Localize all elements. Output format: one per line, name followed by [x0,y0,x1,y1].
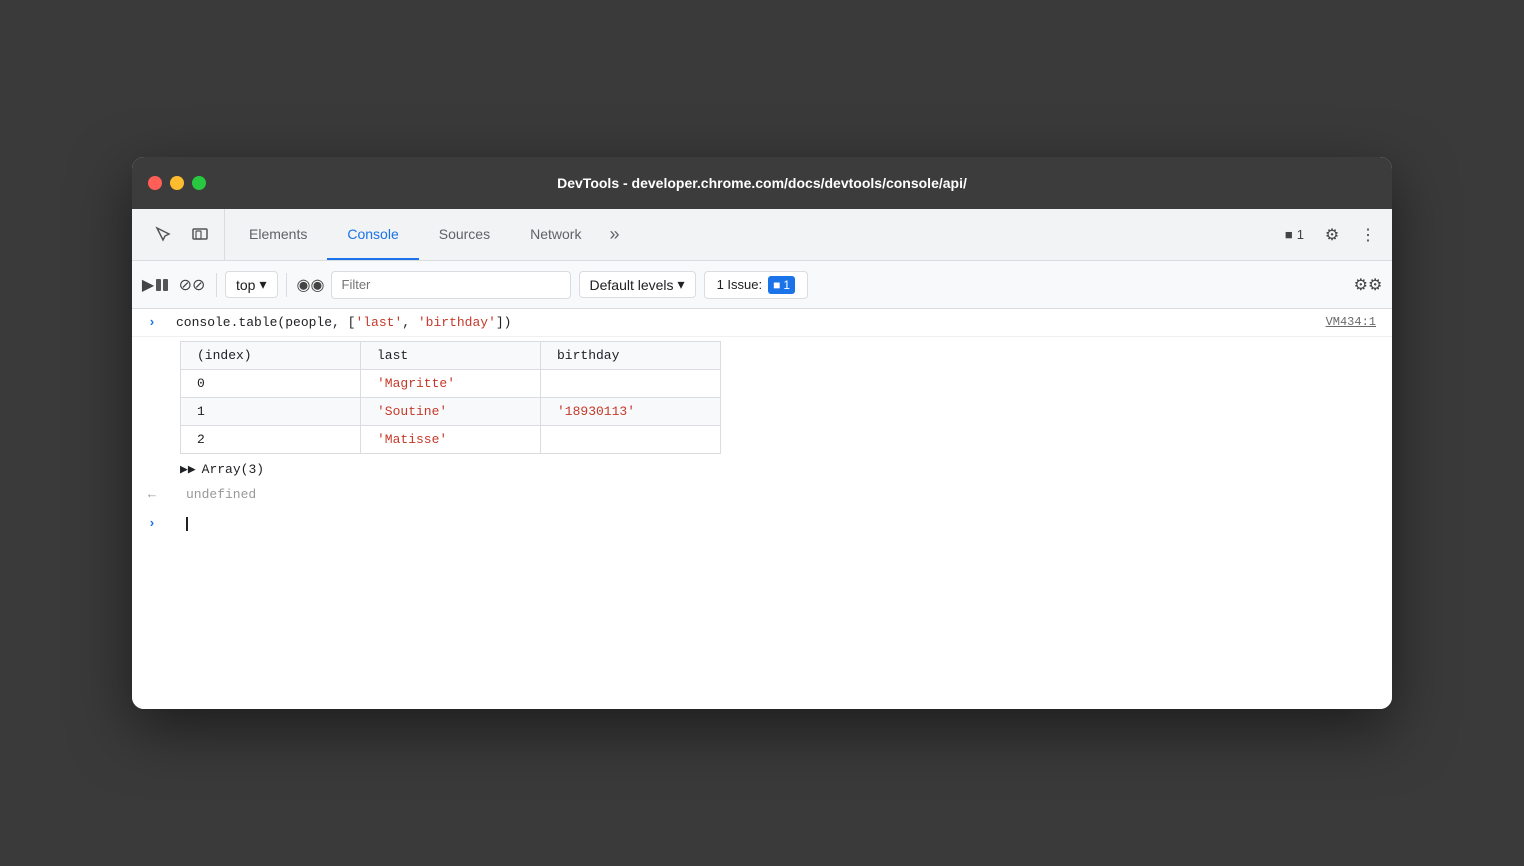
table-row: 0 'Magritte' [181,370,721,398]
toolbar-divider-2 [286,273,287,297]
issue-tab-button[interactable]: ■ 1 [1277,223,1312,246]
cell-index-1: 1 [181,398,361,426]
settings-button[interactable] [1316,219,1348,251]
cell-birthday-0 [541,370,721,398]
console-prompt-chevron: › [148,315,164,330]
cursor [186,517,188,531]
vm-link[interactable]: VM434:1 [1326,315,1376,329]
more-tabs-button[interactable]: » [601,209,627,260]
input-prompt-icon: › [148,516,164,531]
expand-arrow-icon: ▶ [180,462,196,477]
tab-network[interactable]: Network [510,209,601,260]
cell-last-1: 'Soutine' [361,398,541,426]
no-icon-button[interactable]: ⊘ [176,269,208,301]
device-toolbar-icon[interactable] [184,219,216,251]
table-header-last: last [361,342,541,370]
tab-sources[interactable]: Sources [419,209,510,260]
cell-birthday-1: '18930113' [541,398,721,426]
return-arrow-icon: ← [148,487,164,502]
cell-index-2: 2 [181,426,361,454]
filter-input[interactable] [331,271,571,299]
array-label: Array(3) [202,462,264,477]
log-levels-selector[interactable]: Default levels ▾ [579,271,696,298]
title-bar: DevTools - developer.chrome.com/docs/dev… [132,157,1392,209]
console-command-text: console.table(people, ['last', 'birthday… [176,315,511,330]
table-row: 1 'Soutine' '18930113' [181,398,721,426]
issue-badge: ■ 1 [768,276,795,294]
console-command-line: › console.table(people, ['last', 'birthd… [132,309,1392,337]
context-selector[interactable]: top ▾ [225,271,278,298]
tab-console[interactable]: Console [327,209,418,260]
devtools-window: DevTools - developer.chrome.com/docs/dev… [132,157,1392,709]
console-toolbar: ⊘ top ▾ ◉ Default levels ▾ 1 Issue: ■ 1 … [132,261,1392,309]
tab-icon-group [140,209,225,260]
undefined-value: undefined [186,487,256,502]
tab-right-icons: ■ 1 [1277,209,1384,260]
tab-elements[interactable]: Elements [229,209,327,260]
window-title: DevTools - developer.chrome.com/docs/dev… [557,175,967,191]
more-options-button[interactable] [1352,219,1384,251]
tabs-list: Elements Console Sources Network » [229,209,1277,260]
cell-last-2: 'Matisse' [361,426,541,454]
table-header-birthday: birthday [541,342,721,370]
cell-last-0: 'Magritte' [361,370,541,398]
clear-console-button[interactable] [140,269,172,301]
table-header-index: (index) [181,342,361,370]
cell-index-0: 0 [181,370,361,398]
console-input-line[interactable]: › [132,508,1392,539]
live-expressions-button[interactable]: ◉ [295,269,327,301]
array-expand-button[interactable]: ▶ Array(3) [132,458,1392,481]
console-output: › console.table(people, ['last', 'birthd… [132,309,1392,709]
table-row: 2 'Matisse' [181,426,721,454]
cell-birthday-2 [541,426,721,454]
console-table: (index) last birthday 0 'Magritte' 1 'So… [180,341,721,454]
tab-bar: Elements Console Sources Network » ■ 1 [132,209,1392,261]
minimize-button[interactable] [170,176,184,190]
inspect-element-icon[interactable] [148,219,180,251]
console-settings-button[interactable]: ⚙ [1352,269,1384,301]
toolbar-divider [216,273,217,297]
close-button[interactable] [148,176,162,190]
maximize-button[interactable] [192,176,206,190]
undefined-line: ← undefined [132,481,1392,508]
console-table-wrapper: (index) last birthday 0 'Magritte' 1 'So… [180,341,1376,454]
issue-counter-button[interactable]: 1 Issue: ■ 1 [704,271,808,299]
traffic-lights [148,176,206,190]
